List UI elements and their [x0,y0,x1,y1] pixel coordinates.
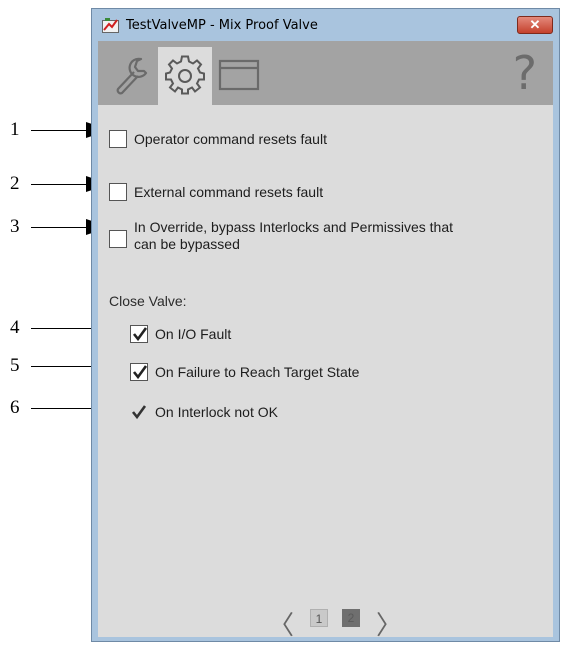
wrench-icon [116,57,148,95]
callout-number: 5 [10,355,20,376]
tab-faceplate[interactable] [212,47,266,103]
faceplate-client-area: ? Operator command resets fault External… [98,41,553,641]
callout-line [31,184,89,185]
callout-number: 2 [10,173,20,194]
external-reset-checkbox[interactable] [109,183,127,201]
pager: 〈 1 2 〉 [98,607,553,641]
operator-reset-label: Operator command resets fault [134,131,327,147]
callout-number: 3 [10,216,20,237]
help-icon[interactable]: ? [513,47,537,99]
close-button[interactable]: ✕ [517,16,553,34]
interlock-checkmark-icon [131,405,147,420]
window-title: TestValveMP - Mix Proof Valve [126,18,318,33]
external-reset-label: External command resets fault [134,184,324,200]
faceplate-window: TestValveMP - Mix Proof Valve ✕ ? Operat… [91,8,560,642]
io-fault-label: On I/O Fault [155,326,232,342]
tab-configuration[interactable] [158,47,212,105]
io-fault-checkbox[interactable] [130,325,148,343]
target-state-label: On Failure to Reach Target State [155,364,360,380]
override-bypass-label-line2: can be bypassed [134,236,240,252]
app-icon [102,18,119,33]
close-icon: ✕ [529,17,541,32]
callout-number: 1 [10,119,20,140]
callout-line [31,130,89,131]
callout-line [31,408,99,409]
page-1-button[interactable]: 1 [310,609,328,627]
override-bypass-checkbox[interactable] [109,230,127,248]
callout-line [31,328,99,329]
override-bypass-label-line1: In Override, bypass Interlocks and Permi… [134,219,454,235]
gear-icon [165,55,205,95]
prev-page-button[interactable]: 〈 [268,605,294,642]
callout-number: 4 [10,317,20,338]
target-state-checkbox[interactable] [130,363,148,381]
operator-reset-checkbox[interactable] [109,130,127,148]
next-page-button[interactable]: 〉 [376,605,402,642]
callout-line [31,227,89,228]
checkmark-icon [132,365,148,380]
page-2-button[interactable]: 2 [342,609,360,627]
interlock-label: On Interlock not OK [155,404,278,420]
callout-number: 6 [10,397,20,418]
help-symbol: ? [512,46,537,100]
title-bar[interactable]: TestValveMP - Mix Proof Valve ✕ [92,9,559,41]
callout-line [31,366,99,367]
tab-maintenance[interactable] [104,47,158,103]
checkmark-icon [132,327,148,342]
faceplate-toolbar: ? [98,41,553,105]
window-icon [218,59,260,91]
close-valve-heading: Close Valve: [109,293,187,309]
